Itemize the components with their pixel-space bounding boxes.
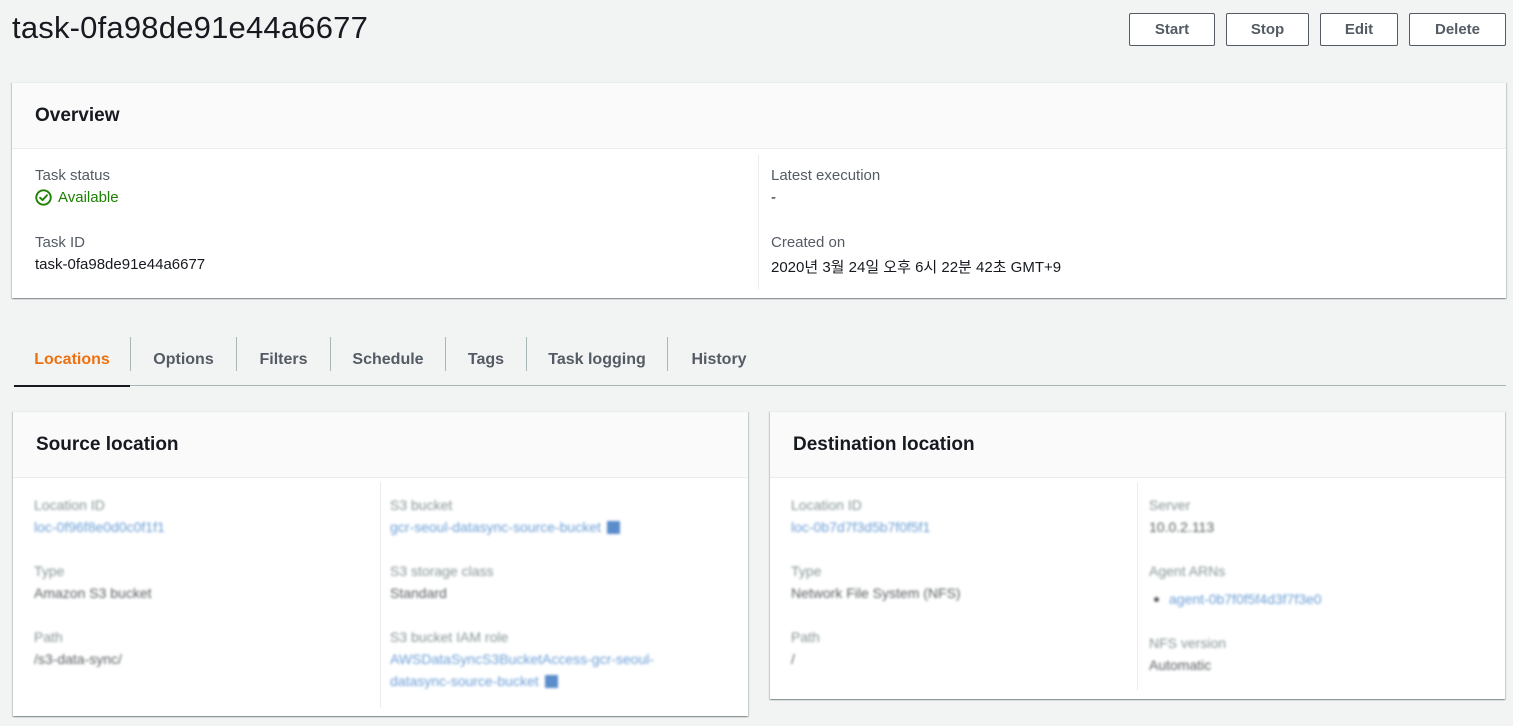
tab-schedule[interactable]: Schedule [331, 334, 445, 386]
task-status-label: Task status [35, 167, 111, 184]
s3-bucket-label: S3 bucket [390, 497, 453, 513]
latest-execution-value: - [771, 189, 776, 206]
tab-task-logging[interactable]: Task logging [527, 334, 667, 386]
dest-location-id-label: Location ID [791, 497, 862, 513]
task-status-text: Available [58, 189, 119, 206]
created-on-field: Created on 2020년 3월 24일 오후 6시 22분 42초 GM… [771, 234, 1061, 277]
tab-tags[interactable]: Tags [446, 334, 526, 386]
start-button[interactable]: Start [1129, 13, 1215, 46]
nfs-version-label: NFS version [1149, 635, 1227, 651]
delete-button[interactable]: Delete [1409, 13, 1506, 46]
overview-heading: Overview [12, 83, 1506, 149]
page-title: task-0fa98de91e44a6677 [12, 10, 369, 45]
agent-arn-text: agent-0b7f0f5f4d3f7f3e0 [1169, 591, 1322, 607]
tab-bar: Locations Options Filters Schedule Tags … [14, 334, 1506, 387]
source-path-value: /s3-data-sync/ [34, 651, 122, 667]
edit-button[interactable]: Edit [1320, 13, 1398, 46]
tab-options[interactable]: Options [131, 334, 236, 386]
dest-path-label: Path [791, 629, 820, 645]
source-type-value: Amazon S3 bucket [34, 585, 152, 601]
created-on-label: Created on [771, 234, 846, 251]
source-location-heading: Source location [13, 412, 748, 478]
task-status-value: Available [35, 189, 119, 206]
source-type-label: Type [34, 563, 65, 579]
external-link-icon [606, 521, 620, 534]
task-id-value: task-0fa98de91e44a6677 [35, 256, 206, 273]
action-bar: Start Stop Edit Delete [1129, 13, 1506, 46]
tab-history[interactable]: History [668, 334, 770, 386]
bullet-icon [1154, 597, 1159, 602]
s3-iam-role-link-line2[interactable]: datasync-source-bucket [390, 673, 558, 689]
tab-locations[interactable]: Locations [14, 334, 130, 387]
agent-arns-label: Agent ARNs [1149, 563, 1226, 579]
s3-iam-role-link-line1[interactable]: AWSDataSyncS3BucketAccess-gcr-seoul- [390, 651, 654, 667]
source-location-panel: Source location Location ID loc-0f96f8e0… [13, 411, 748, 716]
overview-panel: Overview Task status Available Task ID t… [12, 82, 1506, 298]
source-path-label: Path [34, 629, 63, 645]
s3-storage-class-label: S3 storage class [390, 563, 494, 579]
dest-type-value: Network File System (NFS) [791, 585, 961, 601]
server-value: 10.0.2.113 [1149, 519, 1215, 535]
column-divider [380, 482, 381, 708]
dest-type-label: Type [791, 563, 822, 579]
stop-button[interactable]: Stop [1226, 13, 1309, 46]
task-status-field: Task status Available [35, 167, 119, 206]
s3-bucket-text: gcr-seoul-datasync-source-bucket [390, 519, 601, 535]
dest-path-value: / [791, 651, 795, 667]
s3-iam-role-label: S3 bucket IAM role [390, 629, 509, 645]
s3-storage-class-value: Standard [390, 585, 447, 601]
latest-execution-label: Latest execution [771, 167, 881, 184]
check-circle-icon [35, 189, 52, 206]
dest-location-id-link[interactable]: loc-0b7d7f3d5b7f0f5f1 [791, 519, 930, 535]
destination-location-panel: Destination location Location ID loc-0b7… [770, 411, 1505, 699]
s3-iam-role-text: datasync-source-bucket [390, 673, 539, 689]
server-label: Server [1149, 497, 1191, 513]
destination-location-heading: Destination location [770, 412, 1505, 478]
task-id-label: Task ID [35, 234, 86, 251]
column-divider [1137, 482, 1138, 690]
nfs-version-value: Automatic [1149, 657, 1212, 673]
created-on-value: 2020년 3월 24일 오후 6시 22분 42초 GMT+9 [771, 259, 1062, 276]
task-id-field: Task ID task-0fa98de91e44a6677 [35, 234, 205, 273]
tab-filters[interactable]: Filters [237, 334, 330, 386]
source-location-id-link[interactable]: loc-0f96f8e0d0c0f1f1 [34, 519, 165, 535]
s3-bucket-link[interactable]: gcr-seoul-datasync-source-bucket [390, 519, 620, 535]
agent-arn-link[interactable]: agent-0b7f0f5f4d3f7f3e0 [1154, 591, 1322, 607]
overview-divider [758, 155, 759, 289]
external-link-icon [544, 675, 558, 688]
latest-execution-field: Latest execution - [771, 167, 880, 206]
source-location-id-label: Location ID [34, 497, 105, 513]
